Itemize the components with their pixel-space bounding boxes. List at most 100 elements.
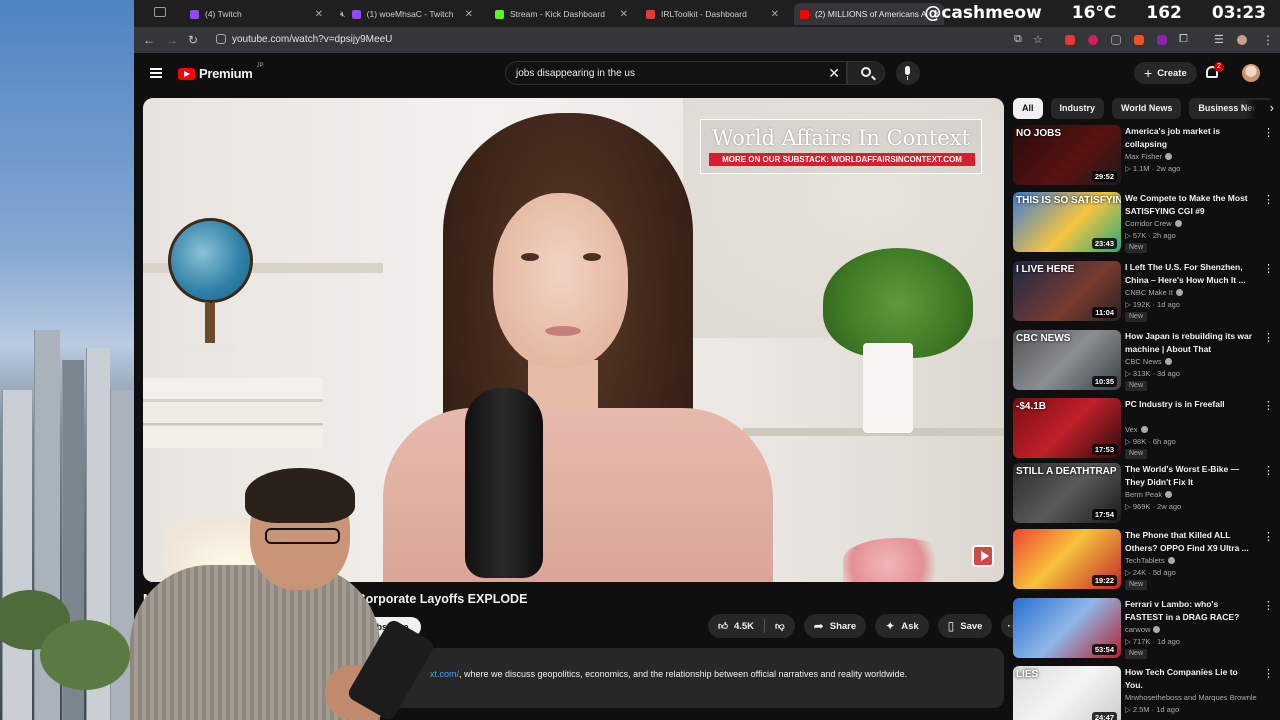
more-options-icon[interactable]: ⋮: [1263, 262, 1274, 275]
video-thumbnail[interactable]: THIS IS SO SATISFYING 23:43: [1013, 192, 1121, 252]
video-thumbnail[interactable]: -$4.1B 17:53: [1013, 398, 1121, 458]
back-icon[interactable]: ←: [143, 33, 155, 47]
recommended-title[interactable]: How Tech Companies Lie to You.: [1125, 666, 1257, 691]
share-button[interactable]: ➦ Share: [803, 614, 867, 638]
video-thumbnail[interactable]: STILL A DEATHTRAP 17:54: [1013, 463, 1121, 523]
description-link[interactable]: xt.com/: [430, 669, 459, 679]
recommended-video[interactable]: THIS IS SO SATISFYING 23:43 We Compete to …: [1013, 192, 1280, 256]
search-button[interactable]: [847, 61, 885, 85]
voice-search-icon[interactable]: [896, 61, 920, 85]
filter-chip[interactable]: All: [1013, 98, 1043, 119]
extension-icon[interactable]: [1088, 35, 1098, 45]
browser-tab[interactable]: 🔇︎ (1) woeMhsaC - Twitch ✕: [334, 3, 479, 25]
forward-icon[interactable]: →: [166, 33, 178, 47]
tab-close-icon[interactable]: ✕: [771, 9, 779, 20]
recommended-title[interactable]: PC Industry is in Freefall: [1125, 398, 1257, 411]
profile-avatar-icon[interactable]: [1237, 35, 1247, 45]
channel-name[interactable]: Berm Peak: [1125, 490, 1173, 499]
reload-icon[interactable]: ↻: [188, 33, 198, 47]
video-player[interactable]: World Affairs In Context MORE ON OUR SUB…: [143, 98, 1004, 582]
channel-name[interactable]: CBC News: [1125, 357, 1172, 366]
create-button[interactable]: + Create: [1134, 62, 1197, 84]
video-thumbnail[interactable]: CBC NEWS 10:35: [1013, 330, 1121, 390]
tab-muted-icon[interactable]: 🔇︎: [340, 9, 346, 20]
recommended-title[interactable]: How Japan is rebuilding its war machine …: [1125, 330, 1257, 355]
recommended-video[interactable]: STILL A DEATHTRAP 17:54 The World's Worst …: [1013, 463, 1280, 527]
menu-icon[interactable]: [150, 68, 162, 78]
recommended-video[interactable]: -$4.1B 17:53 PC Industry is in Freefall Vex…: [1013, 398, 1280, 462]
recommended-title[interactable]: The World's Worst E-Bike — They Didn't F…: [1125, 463, 1257, 488]
account-avatar[interactable]: [1242, 64, 1260, 82]
dislike-button[interactable]: 👎︎: [765, 614, 795, 638]
recommended-video[interactable]: LIES 24:47 How Tech Companies Lie to You. M…: [1013, 666, 1280, 720]
subscribe-button[interactable]: ubscribe: [359, 617, 421, 637]
recommended-video[interactable]: 53:54 Ferrari v Lambo: who's FASTEST in a…: [1013, 598, 1280, 662]
recommended-title[interactable]: Ferrari v Lambo: who's FASTEST in a DRAG…: [1125, 598, 1257, 623]
channel-name[interactable]: carwow: [1125, 625, 1161, 634]
video-thumbnail[interactable]: 19:22: [1013, 529, 1121, 589]
clear-search-icon[interactable]: ✕: [828, 65, 840, 82]
video-thumbnail[interactable]: I LIVE HERE 11:04: [1013, 261, 1121, 321]
browser-tab[interactable]: IRLToolkit - Dashboard ✕: [640, 3, 785, 25]
save-button[interactable]: ▯ Save: [937, 614, 993, 638]
filter-chip[interactable]: World News: [1112, 98, 1182, 119]
youtube-branding-icon[interactable]: [972, 545, 994, 567]
more-options-icon[interactable]: ⋮: [1263, 530, 1274, 543]
recommended-title[interactable]: The Phone that Killed ALL Others? OPPO F…: [1125, 529, 1257, 554]
new-badge: New: [1125, 580, 1148, 590]
recommended-video[interactable]: NO JOBS 29:52 America's job market is coll…: [1013, 125, 1280, 189]
channel-name[interactable]: TechTablets: [1125, 556, 1175, 565]
recommended-title[interactable]: We Compete to Make the Most SATISFYING C…: [1125, 192, 1257, 217]
more-options-icon[interactable]: ⋮: [1263, 464, 1274, 477]
recommended-video[interactable]: I LIVE HERE 11:04 I Left The U.S. For Shen…: [1013, 261, 1280, 325]
extensions-puzzle-icon[interactable]: ⧠: [1179, 33, 1188, 46]
video-thumbnail[interactable]: NO JOBS 29:52: [1013, 125, 1121, 185]
ask-button[interactable]: ✦ Ask: [875, 614, 929, 638]
globe-stand: [205, 303, 215, 343]
recommended-video[interactable]: 19:22 The Phone that Killed ALL Others? O…: [1013, 529, 1280, 593]
bookmark-star-icon[interactable]: ☆: [1033, 33, 1043, 46]
chevron-right-icon[interactable]: ›: [1244, 100, 1274, 120]
search-input[interactable]: jobs disappearing in the us: [516, 68, 635, 79]
tab-close-icon[interactable]: ✕: [620, 9, 628, 20]
extension-icon[interactable]: [1134, 35, 1144, 45]
more-options-icon[interactable]: ⋮: [1263, 599, 1274, 612]
description-box[interactable]: xt.com/, where we discuss geopolitics, e…: [143, 648, 1004, 708]
reading-list-icon[interactable]: ☰: [1214, 33, 1224, 46]
share-icon: ➦: [813, 619, 824, 633]
more-options-icon[interactable]: ⋮: [1263, 667, 1274, 680]
channel-name[interactable]: Mrwhosetheboss and Marques Brownle: [1125, 693, 1257, 702]
tab-search-icon[interactable]: [154, 7, 166, 17]
browser-tab[interactable]: (4) Twitch ✕: [184, 3, 329, 25]
more-options-icon[interactable]: ⋮: [1263, 399, 1274, 412]
recommended-title[interactable]: I Left The U.S. For Shenzhen, China – He…: [1125, 261, 1257, 286]
address-bar[interactable]: youtube.com/watch?v=dpsijy9MeeU: [232, 34, 392, 45]
video-thumbnail[interactable]: LIES 24:47: [1013, 666, 1121, 720]
youtube-logo[interactable]: Premium JP: [178, 63, 264, 81]
browser-menu-icon[interactable]: ⋮: [1262, 33, 1274, 47]
cast-icon[interactable]: ⧉: [1014, 33, 1022, 46]
search-box[interactable]: jobs disappearing in the us ✕: [505, 61, 847, 85]
recommended-title[interactable]: America's job market is collapsing: [1125, 125, 1257, 150]
channel-name[interactable]: Corridor Crew: [1125, 219, 1182, 228]
browser-tab[interactable]: Stream - Kick Dashboard ✕: [489, 3, 634, 25]
channel-name[interactable]: Max Fisher: [1125, 152, 1173, 161]
extension-icon[interactable]: [1111, 35, 1121, 45]
extension-icon[interactable]: [1065, 35, 1075, 45]
more-options-icon[interactable]: ⋮: [1263, 126, 1274, 139]
video-thumbnail[interactable]: 53:54: [1013, 598, 1121, 658]
browser-tab[interactable]: (2) MILLIONS of Americans A ✕: [794, 3, 944, 25]
book-stack: [143, 378, 323, 448]
more-options-icon[interactable]: ⋮: [1263, 193, 1274, 206]
more-options-icon[interactable]: ⋮: [1263, 331, 1274, 344]
tab-close-icon[interactable]: ✕: [465, 9, 473, 20]
channel-name[interactable]: CNBC Make It: [1125, 288, 1183, 297]
recommended-video[interactable]: CBC NEWS 10:35 How Japan is rebuilding its…: [1013, 330, 1280, 394]
channel-name[interactable]: Vex: [1125, 425, 1148, 434]
like-button[interactable]: 👍︎ 4.5K: [708, 614, 764, 638]
site-info-icon[interactable]: [216, 34, 226, 44]
extension-icon[interactable]: [1157, 35, 1167, 45]
filter-chip[interactable]: Industry: [1050, 98, 1105, 119]
tab-close-icon[interactable]: ✕: [315, 9, 323, 20]
video-meta: ▷ 969K · 2w ago: [1125, 502, 1182, 511]
